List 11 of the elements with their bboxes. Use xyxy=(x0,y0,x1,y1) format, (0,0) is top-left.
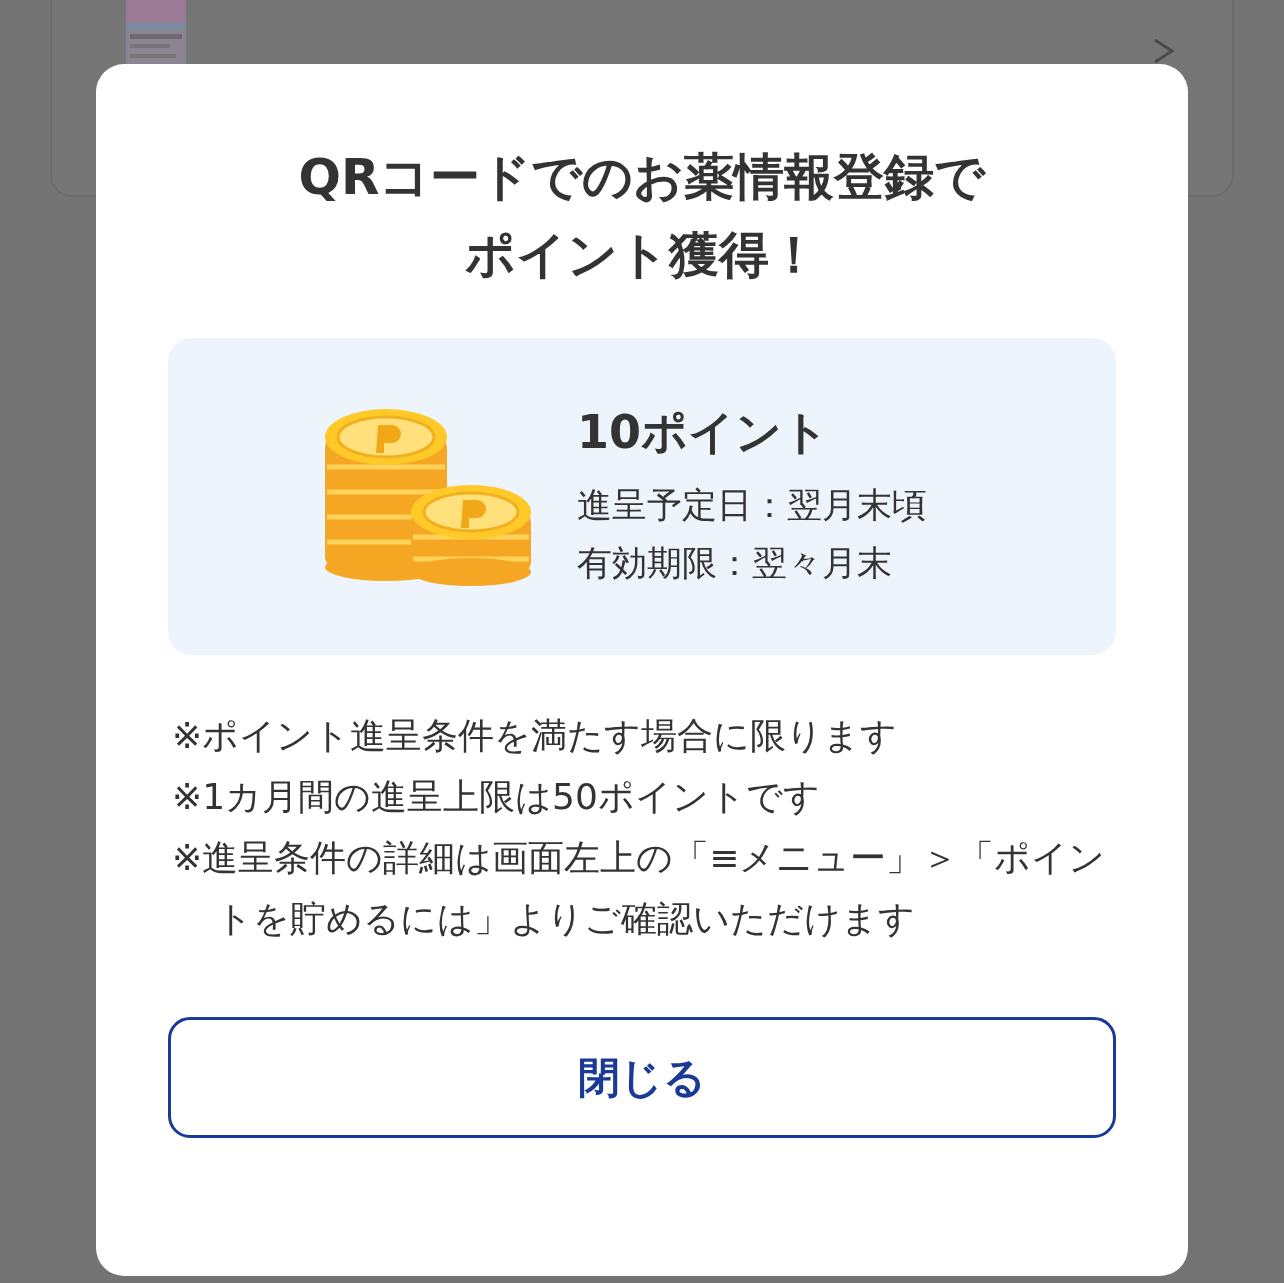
dialog-title: ポイント獲得！ xyxy=(465,225,819,286)
points-amount: 10ポイント xyxy=(577,403,830,461)
note-text: ※進呈条件の詳細は画面左上の「≡メニュー」＞「ポイントを貯めるには」よりご確認いただけます xyxy=(172,836,1107,941)
reward-detail: 進呈予定日：翌月末頃 xyxy=(577,483,927,527)
coins-icon xyxy=(323,406,533,587)
dialog-title: QRコードでのお薬情報登録で xyxy=(298,147,986,208)
chevron-right-icon xyxy=(1152,38,1176,64)
close-button[interactable]: 閉じる xyxy=(168,1017,1116,1138)
reward-detail: 有効期限：翌々月末 xyxy=(577,541,893,585)
note-text: ※1カ月間の進呈上限は50ポイントです xyxy=(172,775,821,819)
note-text: ※ポイント進呈条件を満たす場合に限ります xyxy=(172,714,899,758)
